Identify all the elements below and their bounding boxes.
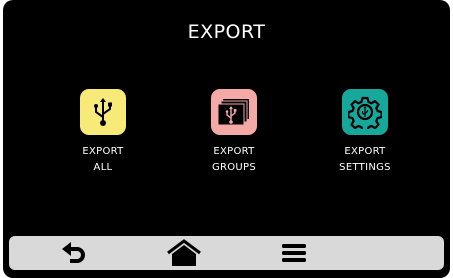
export-settings-label: EXPORT SETTINGS	[339, 146, 391, 173]
export-all-icon-box[interactable]	[80, 89, 126, 135]
menu-button[interactable]	[264, 236, 324, 270]
export-groups-label: EXPORT GROUPS	[211, 146, 257, 173]
page-title: EXPORT	[187, 21, 266, 43]
back-button[interactable]	[44, 236, 104, 270]
export-groups-icon-box[interactable]	[211, 89, 257, 135]
menu-icon	[282, 244, 306, 262]
gear-icon	[348, 96, 382, 129]
bottom-nav-bar	[9, 236, 444, 270]
export-groups-button[interactable]: EXPORT GROUPS	[179, 89, 289, 176]
export-settings-icon-box[interactable]	[342, 89, 388, 135]
device-screen: EXPORT EXPORT ALL EXPORT GROUPS EXPORT S…	[3, 0, 450, 278]
export-all-label: EXPORT ALL	[82, 146, 124, 173]
export-settings-button[interactable]: EXPORT SETTINGS	[310, 89, 420, 176]
usb-icon	[94, 98, 112, 126]
export-all-button[interactable]: EXPORT ALL	[48, 89, 158, 176]
home-icon	[167, 239, 201, 266]
usb-stack-icon	[217, 99, 249, 126]
home-button[interactable]	[154, 236, 214, 270]
back-icon	[62, 242, 85, 263]
